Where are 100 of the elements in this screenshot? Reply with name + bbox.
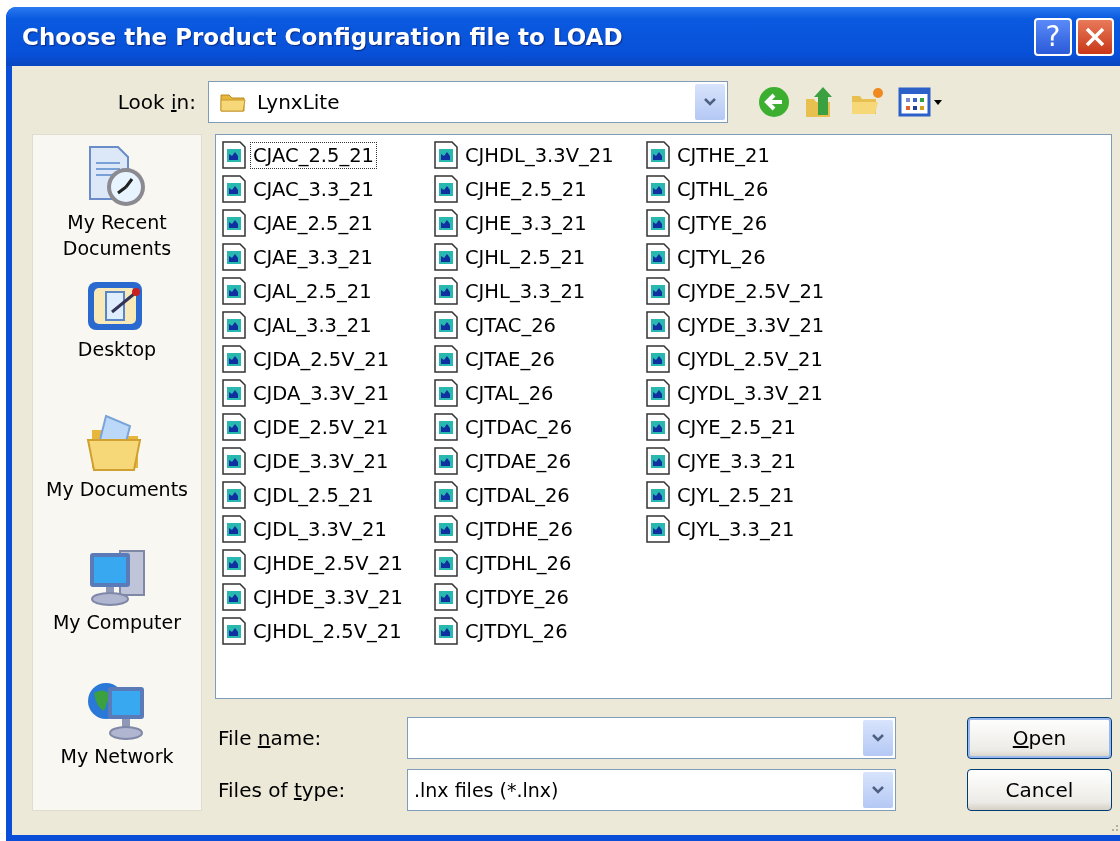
file-name: CJYE_2.5_21	[676, 414, 797, 441]
places-item[interactable]: My Computer	[42, 543, 192, 677]
file-name: CJHDL_3.3V_21	[464, 142, 615, 169]
file-item[interactable]: CJYDE_3.3V_21	[645, 308, 857, 342]
places-item[interactable]: My Network	[42, 676, 192, 811]
file-icon	[645, 446, 671, 476]
file-item[interactable]: CJYDL_3.3V_21	[645, 376, 857, 410]
file-item[interactable]: CJAC_3.3_21	[221, 172, 433, 206]
file-item[interactable]: CJTAC_26	[433, 308, 645, 342]
file-item[interactable]: CJHL_2.5_21	[433, 240, 645, 274]
file-icon	[645, 140, 671, 170]
file-name: CJHL_3.3_21	[464, 278, 587, 305]
look-in-value: LynxLite	[257, 90, 340, 114]
file-name: CJDL_2.5_21	[252, 482, 375, 509]
file-item[interactable]: CJYDE_2.5V_21	[645, 274, 857, 308]
file-item[interactable]: CJTDHE_26	[433, 512, 645, 546]
file-item[interactable]: CJHDL_2.5V_21	[221, 614, 433, 648]
file-icon	[221, 208, 247, 238]
file-name: CJTDYE_26	[464, 584, 571, 611]
file-item[interactable]: CJAE_3.3_21	[221, 240, 433, 274]
file-type-dropdown[interactable]: .lnx files (*.lnx)	[407, 769, 896, 811]
file-name: CJDA_3.3V_21	[252, 380, 391, 407]
file-item[interactable]: CJTDAE_26	[433, 444, 645, 478]
file-icon	[433, 310, 459, 340]
file-icon	[221, 514, 247, 544]
file-name-field[interactable]	[407, 717, 896, 759]
file-item[interactable]: CJDA_2.5V_21	[221, 342, 433, 376]
back-icon[interactable]	[758, 86, 790, 118]
look-in-dropdown[interactable]: LynxLite	[208, 81, 728, 123]
file-name: CJYDL_3.3V_21	[676, 380, 824, 407]
file-item[interactable]: CJHDE_2.5V_21	[221, 546, 433, 580]
file-icon	[221, 242, 247, 272]
file-item[interactable]: CJAL_3.3_21	[221, 308, 433, 342]
file-item[interactable]: CJHDL_3.3V_21	[433, 138, 645, 172]
file-item[interactable]: CJTDYE_26	[433, 580, 645, 614]
help-button[interactable]: ?	[1034, 17, 1072, 56]
file-item[interactable]: CJTDAC_26	[433, 410, 645, 444]
file-icon	[433, 242, 459, 272]
file-name: CJTDYL_26	[464, 618, 569, 645]
folder-icon	[219, 91, 247, 113]
file-icon	[433, 344, 459, 374]
file-icon	[433, 514, 459, 544]
file-item[interactable]: CJHE_3.3_21	[433, 206, 645, 240]
file-item[interactable]: CJTHE_21	[645, 138, 857, 172]
file-icon	[645, 344, 671, 374]
file-item[interactable]: CJHE_2.5_21	[433, 172, 645, 206]
file-item[interactable]: CJDL_2.5_21	[221, 478, 433, 512]
look-in-label: Look in:	[116, 90, 197, 114]
close-button[interactable]	[1076, 17, 1114, 56]
file-item[interactable]: CJAE_2.5_21	[221, 206, 433, 240]
file-item[interactable]: CJTAE_26	[433, 342, 645, 376]
file-item[interactable]: CJDE_3.3V_21	[221, 444, 433, 478]
file-item[interactable]: CJYE_3.3_21	[645, 444, 857, 478]
file-item[interactable]: CJHDE_3.3V_21	[221, 580, 433, 614]
places-item[interactable]: Desktop	[42, 276, 192, 410]
file-name: CJYDE_3.3V_21	[676, 312, 826, 339]
file-name: CJDE_2.5V_21	[252, 414, 390, 441]
file-item[interactable]: CJDE_2.5V_21	[221, 410, 433, 444]
file-item[interactable]: CJYDL_2.5V_21	[645, 342, 857, 376]
file-icon	[433, 208, 459, 238]
places-item[interactable]: My Recent Documents	[42, 143, 192, 277]
file-item[interactable]: CJYL_2.5_21	[645, 478, 857, 512]
file-item[interactable]: CJYL_3.3_21	[645, 512, 857, 546]
file-icon	[221, 582, 247, 612]
file-item[interactable]: CJTYE_26	[645, 206, 857, 240]
file-icon	[645, 208, 671, 238]
file-item[interactable]: CJTHL_26	[645, 172, 857, 206]
file-name: CJYL_2.5_21	[676, 482, 796, 509]
file-name: CJYDL_2.5V_21	[676, 346, 824, 373]
file-name: CJTDHL_26	[464, 550, 573, 577]
file-icon	[221, 378, 247, 408]
file-icon	[221, 344, 247, 374]
file-item[interactable]: CJAL_2.5_21	[221, 274, 433, 308]
file-name: CJHDE_2.5V_21	[252, 550, 405, 577]
file-item[interactable]: CJTDAL_26	[433, 478, 645, 512]
file-item[interactable]: CJTDYL_26	[433, 614, 645, 648]
file-item[interactable]: CJYE_2.5_21	[645, 410, 857, 444]
open-button[interactable]: Open	[967, 717, 1112, 759]
file-name: CJTHL_26	[676, 176, 770, 203]
file-item[interactable]: CJDA_3.3V_21	[221, 376, 433, 410]
file-name: CJYE_3.3_21	[676, 448, 797, 475]
file-item[interactable]: CJTDHL_26	[433, 546, 645, 580]
file-icon	[433, 412, 459, 442]
places-item[interactable]: My Documents	[42, 409, 192, 544]
file-type-label: Files of type:	[217, 778, 347, 802]
file-item[interactable]: CJTAL_26	[433, 376, 645, 410]
file-icon	[221, 412, 247, 442]
file-name: CJYDE_2.5V_21	[676, 278, 826, 305]
file-icon	[645, 174, 671, 204]
file-item[interactable]: CJDL_3.3V_21	[221, 512, 433, 546]
file-name: CJDA_2.5V_21	[252, 346, 391, 373]
file-name: CJDE_3.3V_21	[252, 448, 390, 475]
file-item[interactable]: CJHL_3.3_21	[433, 274, 645, 308]
file-icon	[221, 310, 247, 340]
cancel-button[interactable]: Cancel	[967, 769, 1112, 811]
views-menu-icon[interactable]	[898, 86, 944, 118]
file-item[interactable]: CJAC_2.5_21	[221, 138, 433, 172]
file-icon	[221, 446, 247, 476]
file-name: CJAE_2.5_21	[252, 210, 374, 237]
file-item[interactable]: CJTYL_26	[645, 240, 857, 274]
